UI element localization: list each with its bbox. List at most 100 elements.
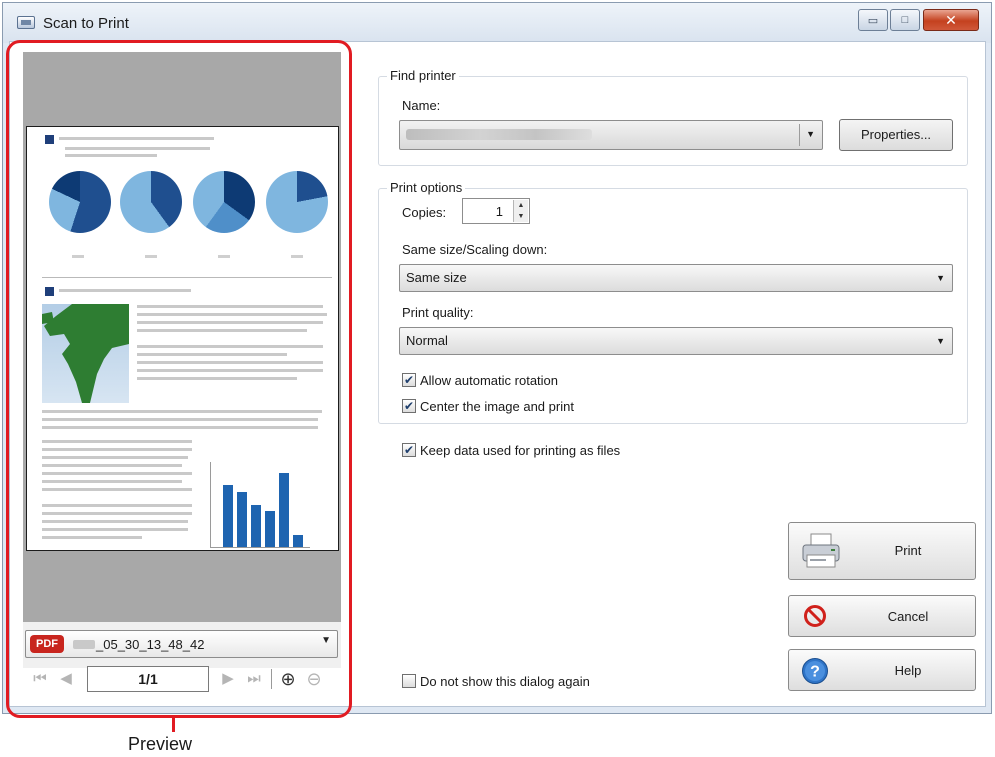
text-line: [59, 289, 191, 292]
print-quality-label: Print quality:: [402, 305, 474, 320]
dialog-client-area: PDF _05_30_13_48_42 ▼ ⏮ ◀ 1/1 ▶ ⏭ ⊕ ⊖ Fi…: [9, 41, 986, 707]
center-image-checkbox[interactable]: ✔: [402, 399, 416, 413]
printer-name-redacted: [406, 129, 592, 140]
toolbar-separator: [271, 669, 272, 689]
center-image-label[interactable]: Center the image and print: [420, 399, 574, 414]
previous-page-icon[interactable]: ◀: [55, 668, 77, 690]
text-line: [137, 377, 297, 380]
svg-text:?: ?: [810, 664, 820, 681]
pie-chart-thumbnail: [266, 171, 328, 233]
checkmark-icon: ✔: [403, 373, 415, 387]
cancel-button-label: Cancel: [887, 609, 929, 624]
spin-down-icon[interactable]: ▼: [514, 211, 528, 222]
world-map-thumbnail: [42, 304, 129, 403]
spin-up-icon[interactable]: ▲: [514, 200, 528, 211]
window-title: Scan to Print: [43, 15, 129, 32]
help-button-label: Help: [894, 663, 922, 678]
copies-label: Copies:: [402, 205, 447, 220]
first-page-icon[interactable]: ⏮: [29, 668, 51, 690]
copies-value: 1: [495, 204, 503, 219]
text-line: [42, 448, 192, 451]
do-not-show-label[interactable]: Do not show this dialog again: [420, 674, 590, 689]
minimize-button[interactable]: ▭: [858, 9, 888, 31]
allow-rotation-checkbox[interactable]: ✔: [402, 373, 416, 387]
bar-chart-bar: [251, 505, 261, 547]
pie-label: [145, 255, 157, 258]
text-line: [137, 305, 323, 308]
zoom-in-icon[interactable]: ⊕: [277, 668, 299, 690]
help-icon: ?: [801, 657, 829, 685]
page-navigation-bar: ⏮ ◀ 1/1 ▶ ⏭ ⊕ ⊖: [25, 664, 338, 694]
text-line: [137, 353, 287, 356]
keep-data-label[interactable]: Keep data used for printing as files: [420, 443, 620, 458]
text-line: [42, 456, 188, 459]
print-quality-dropdown[interactable]: Normal ▼: [399, 327, 953, 355]
allow-rotation-label[interactable]: Allow automatic rotation: [420, 373, 558, 388]
copies-spin-buttons[interactable]: ▲ ▼: [513, 200, 528, 222]
pie-label: [72, 255, 84, 258]
text-line: [137, 361, 323, 364]
text-line: [65, 147, 210, 150]
minimize-icon: ▭: [867, 14, 879, 27]
heading-marker: [45, 287, 54, 296]
scaling-value: Same size: [406, 270, 467, 285]
bar-chart-bar: [223, 485, 233, 547]
zoom-out-icon[interactable]: ⊖: [303, 668, 325, 690]
bar-chart-bar: [237, 492, 247, 547]
printer-name-dropdown[interactable]: ▼: [399, 120, 823, 150]
text-line: [59, 137, 214, 140]
chevron-down-icon: ▼: [936, 273, 945, 283]
preview-panel: PDF _05_30_13_48_42 ▼ ⏮ ◀ 1/1 ▶ ⏭ ⊕ ⊖: [23, 52, 341, 692]
text-line: [137, 321, 323, 324]
help-button[interactable]: ? Help: [788, 649, 976, 691]
close-button[interactable]: ✕: [923, 9, 979, 31]
print-button[interactable]: Print: [788, 522, 976, 580]
print-button-label: Print: [894, 543, 922, 558]
printer-name-label: Name:: [402, 98, 441, 113]
scan-to-print-window: Scan to Print ▭ □ ✕ PDF _05_30_13_48_42 …: [2, 2, 992, 714]
preview-area[interactable]: [23, 52, 341, 622]
scaling-dropdown[interactable]: Same size ▼: [399, 264, 953, 292]
map-icon: [42, 304, 129, 403]
text-line: [137, 369, 323, 372]
page-number-field[interactable]: 1/1: [87, 666, 209, 692]
text-line: [42, 410, 322, 413]
do-not-show-checkbox[interactable]: [402, 674, 416, 688]
next-page-icon[interactable]: ▶: [217, 668, 239, 690]
text-line: [42, 426, 318, 429]
chevron-down-icon: ▼: [806, 129, 815, 139]
copies-stepper[interactable]: 1 ▲ ▼: [462, 198, 530, 224]
printer-icon: [801, 533, 841, 569]
last-page-icon[interactable]: ⏭: [243, 668, 265, 690]
bar-chart-bar: [279, 473, 289, 547]
file-name-redacted: [73, 640, 95, 649]
text-line: [42, 488, 192, 491]
text-line: [137, 313, 327, 316]
chevron-down-icon: ▼: [321, 635, 331, 646]
file-name: _05_30_13_48_42: [96, 637, 205, 652]
divider: [42, 277, 332, 278]
scaling-label: Same size/Scaling down:: [402, 242, 548, 257]
chevron-down-icon: ▼: [936, 336, 945, 346]
maximize-button[interactable]: □: [890, 9, 920, 31]
title-bar[interactable]: Scan to Print ▭ □ ✕: [3, 3, 991, 43]
properties-button[interactable]: Properties...: [839, 119, 953, 151]
checkmark-icon: ✔: [403, 443, 415, 457]
text-line: [42, 520, 188, 523]
pie-chart-thumbnail: [120, 171, 182, 233]
preview-file-dropdown[interactable]: PDF _05_30_13_48_42 ▼: [25, 630, 338, 658]
text-line: [42, 464, 182, 467]
pie-chart-thumbnail: [49, 171, 111, 233]
bar-chart-axis: [210, 462, 211, 547]
cancel-button[interactable]: Cancel: [788, 595, 976, 637]
bar-chart-axis: [210, 547, 310, 548]
text-line: [42, 512, 192, 515]
text-line: [42, 472, 192, 475]
text-line: [137, 329, 307, 332]
preview-page-thumbnail: [26, 126, 339, 551]
text-line: [42, 418, 318, 421]
print-options-title: Print options: [387, 180, 466, 195]
checkmark-icon: ✔: [403, 399, 415, 413]
keep-data-checkbox[interactable]: ✔: [402, 443, 416, 457]
text-line: [42, 440, 192, 443]
